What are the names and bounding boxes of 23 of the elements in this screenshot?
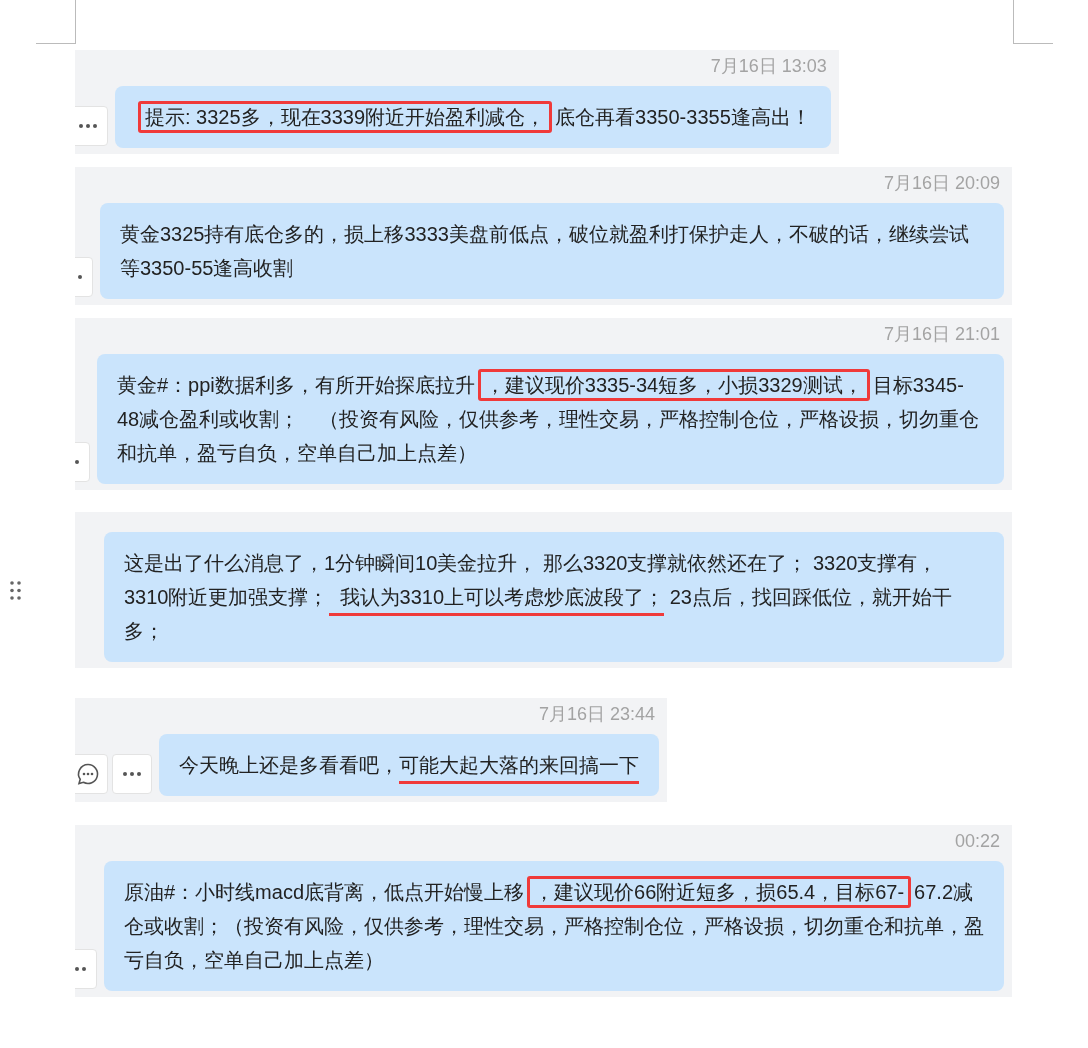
more-button[interactable] (75, 106, 108, 146)
highlight-frame: ，建议现价3335-34短多，小损3329测试， (477, 369, 870, 401)
more-button[interactable] (112, 754, 152, 794)
message-timestamp: 7月16日 23:44 (538, 703, 655, 726)
message-timestamp: 00:22 (954, 830, 1000, 853)
message-text: 原油#：小时线macd底背离，低点开始慢上移 ，建议现价66附近短多，损65.4，目标67- 67.2减仓或收割；（投资有风险，仅供参考，理性交易，严格控制仓位，严格设损，切勿重仓和抗单，盈亏自负，空单自己加上点差） (124, 875, 984, 977)
message-text: 黄金#：ppi数据利多，有所开始探底拉升 ，建议现价3335-34短多，小损3329测试， 目标3345-48减仓盈利或收割； （投资有风险，仅供参考，理性交易，严格控制仓位，严格设损，切勿重仓和抗单，盈亏自负，空单自己加上点差） (117, 368, 984, 470)
crop-mark-icon (36, 0, 77, 44)
comment-icon (76, 762, 100, 786)
comment-button[interactable] (75, 754, 108, 794)
message-text: 提示: 3325多，现在3339附近开始盈利减仓， 底仓再看3350-3355逢高出！ (135, 100, 811, 134)
message-timestamp: 7月16日 13:03 (710, 55, 827, 78)
message-text: 今天晚上还是多看看吧，可能大起大落的来回搞一下 (179, 748, 639, 782)
message-text: 黄金3325持有底仓多的，损上移3333美盘前低点，破位就盈利打保护走人，不破的话，继续尝试等3350-55逢高收割 (120, 222, 970, 281)
message-timestamp: 7月16日 21:01 (883, 323, 1000, 346)
more-icon (123, 772, 141, 776)
drag-handle-icon[interactable] (10, 580, 21, 600)
more-icon (79, 124, 97, 128)
message-text: 这是出了什么消息了，1分钟瞬间10美金拉升， 那么3320支撑就依然还在了； 3320支撑有， 3310附近更加强支撑； 我认为3310上可以考虑炒底波段了； 23点后，找回踩低位，就开始干多； (124, 551, 953, 644)
highlight-frame: ，建议现价66附近短多，损65.4，目标67- (527, 876, 912, 908)
highlight-frame: 提示: 3325多，现在3339附近开始盈利减仓， (138, 101, 553, 133)
message-timestamp: 7月16日 20:09 (883, 172, 1000, 195)
crop-mark-icon (1012, 0, 1053, 44)
